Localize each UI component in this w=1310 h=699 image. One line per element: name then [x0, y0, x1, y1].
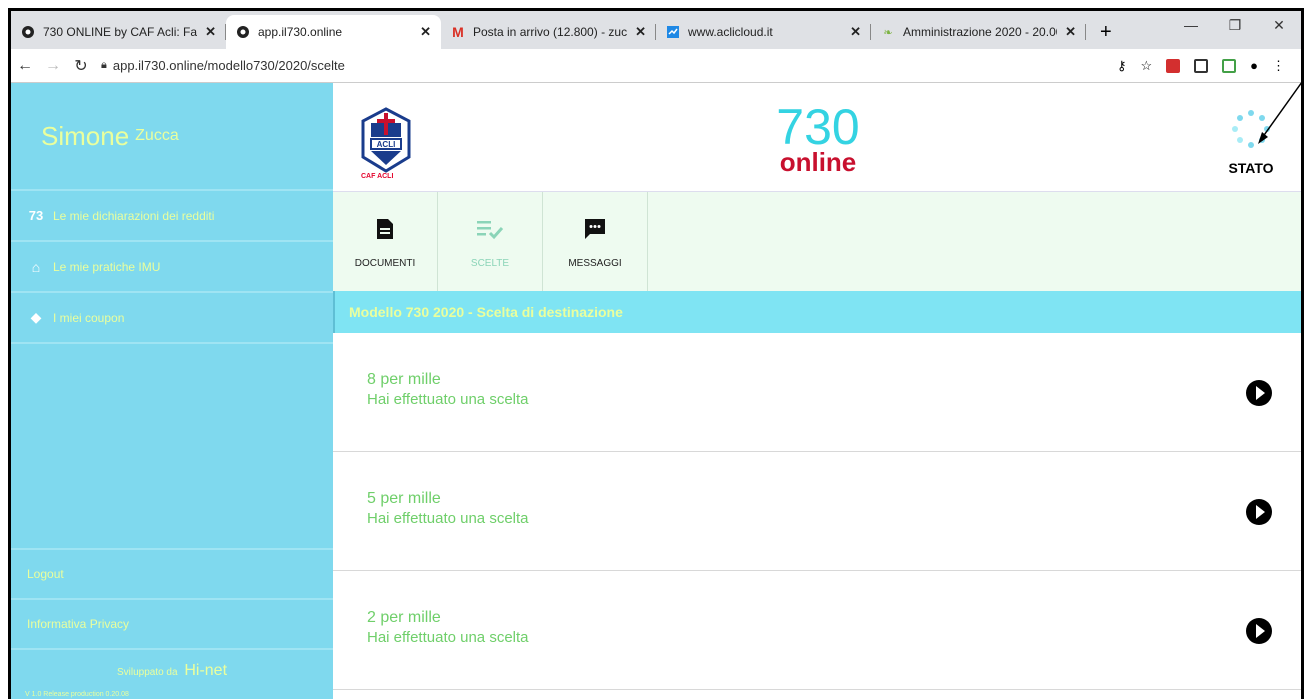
tab-title: www.aclicloud.it: [688, 25, 773, 39]
svg-text:ACLI: ACLI: [377, 140, 396, 149]
tab-label: MESSAGGI: [568, 258, 622, 269]
brand-title: 730 online: [763, 99, 873, 175]
choice-row-5x1000[interactable]: 5 per mille Hai effettuato una scelta: [333, 452, 1301, 571]
tag-icon: ◆: [30, 309, 42, 325]
sidebar-item-label: Le mie pratiche IMU: [53, 259, 161, 274]
cloud-icon: [666, 25, 680, 39]
browser-tab-2[interactable]: app.il730.online ✕: [226, 15, 441, 49]
forward-icon[interactable]: →: [39, 57, 67, 75]
sidebar-item-imu[interactable]: ⌂ Le mie pratiche IMU: [11, 242, 333, 293]
new-tab-button[interactable]: +: [1086, 15, 1126, 49]
key-icon[interactable]: ⚷: [1117, 58, 1127, 74]
back-icon[interactable]: ←: [11, 57, 39, 75]
message-icon: [584, 214, 606, 244]
close-tab-icon[interactable]: ✕: [635, 24, 646, 40]
globe-icon: [236, 25, 250, 39]
play-arrow-icon[interactable]: [1245, 498, 1273, 526]
tab-title: Posta in arrivo (12.800) - zucc: [473, 25, 628, 39]
address-bar: ← → ↻ 🔒︎ app.il730.online/modello730/202…: [11, 49, 1301, 83]
reload-icon[interactable]: ↻: [67, 56, 95, 76]
browser-window: 730 ONLINE by CAF Acli: Facile ✕ app.il7…: [8, 8, 1304, 699]
extension-icon[interactable]: [1194, 58, 1209, 73]
extensions-area: ⚷ ☆ ● ⋮: [1117, 58, 1301, 74]
privacy-link[interactable]: Informativa Privacy: [11, 598, 333, 648]
window-controls: — ❐ ✕: [1169, 11, 1301, 49]
sidebar-footer: Logout Informativa Privacy Sviluppato da…: [11, 548, 333, 699]
document-icon: [376, 214, 394, 244]
browser-tab-5[interactable]: ❧ Amministrazione 2020 - 20.00 ✕: [871, 15, 1086, 49]
choice-row-2x1000[interactable]: 2 per mille Hai effettuato una scelta: [333, 571, 1301, 690]
minimize-icon[interactable]: —: [1169, 11, 1213, 33]
browser-tab-1[interactable]: 730 ONLINE by CAF Acli: Facile ✕: [11, 15, 226, 49]
avatar-icon[interactable]: ●: [1250, 58, 1258, 73]
stato-label: STATO: [1228, 160, 1274, 176]
user-first-name: Simone: [41, 120, 130, 151]
tab-messaggi[interactable]: MESSAGGI: [543, 192, 648, 291]
sidebar-item-dichiarazioni[interactable]: 73 Le mie dichiarazioni dei redditi: [11, 191, 333, 242]
restore-icon[interactable]: ❐: [1213, 11, 1257, 34]
browser-tab-4[interactable]: www.aclicloud.it ✕: [656, 15, 871, 49]
url-field[interactable]: 🔒︎ app.il730.online/modello730/2020/scel…: [101, 58, 1117, 73]
tab-title: Amministrazione 2020 - 20.00: [903, 25, 1058, 39]
gmail-icon: M: [452, 24, 464, 40]
powered-by-label: Sviluppato da: [116, 667, 178, 678]
choice-status: Hai effettuato una scelta: [367, 510, 529, 527]
user-last-name: Zucca: [135, 127, 179, 144]
close-window-icon[interactable]: ✕: [1257, 11, 1301, 34]
powered-by-brand[interactable]: Hi-net: [184, 662, 227, 679]
house-icon: ⌂: [31, 258, 41, 275]
logo-caption: CAF ACLI: [361, 173, 394, 180]
choice-title: 5 per mille: [367, 490, 441, 507]
section-title: Modello 730 2020 - Scelta di destinazion…: [333, 291, 1301, 333]
choice-status: Hai effettuato una scelta: [367, 391, 529, 408]
close-tab-icon[interactable]: ✕: [1065, 24, 1076, 40]
extension-icon[interactable]: [1166, 58, 1181, 73]
tab-title: 730 ONLINE by CAF Acli: Facile: [43, 25, 198, 39]
spinner-icon: [1232, 110, 1270, 148]
brand-number: 730: [776, 99, 860, 155]
choice-title: 8 per mille: [367, 371, 441, 388]
sidebar-item-label: Le mie dichiarazioni dei redditi: [53, 208, 215, 223]
tab-label: SCELTE: [470, 258, 510, 269]
version-text: V 1.0 Release production 0.20.08: [25, 691, 129, 698]
section-tabs: DOCUMENTI SCELTE MESSAGGI: [333, 191, 1301, 291]
play-arrow-icon[interactable]: [1245, 617, 1273, 645]
tab-label: DOCUMENTI: [354, 258, 416, 269]
main-content: ACLI CAF ACLI 730 online STATO DOCUMENTI…: [333, 83, 1301, 699]
close-tab-icon[interactable]: ✕: [850, 24, 861, 40]
choice-row-8x1000[interactable]: 8 per mille Hai effettuato una scelta: [333, 333, 1301, 452]
choice-title: 2 per mille: [367, 609, 441, 626]
tab-scelte[interactable]: SCELTE: [438, 192, 543, 291]
sidebar-item-label: I miei coupon: [53, 310, 125, 325]
url-text: app.il730.online/modello730/2020/scelte: [112, 58, 345, 73]
browser-tab-3[interactable]: M Posta in arrivo (12.800) - zucc ✕: [441, 15, 656, 49]
menu-dots-icon[interactable]: ⋮: [1272, 58, 1285, 74]
tab-strip: 730 ONLINE by CAF Acli: Facile ✕ app.il7…: [11, 11, 1301, 49]
checklist-icon: [475, 214, 505, 244]
app-header: ACLI CAF ACLI 730 online STATO: [333, 83, 1301, 191]
tab-title: app.il730.online: [258, 25, 343, 39]
choice-status: Hai effettuato una scelta: [367, 629, 529, 646]
extension-icon[interactable]: [1222, 58, 1237, 73]
lock-icon: 🔒︎: [101, 59, 107, 71]
leaf-icon: ❧: [883, 26, 893, 39]
star-icon[interactable]: ☆: [1140, 58, 1152, 74]
caf-acli-logo[interactable]: ACLI: [361, 107, 411, 173]
user-name: Simone Zucca: [11, 83, 333, 191]
730-icon: 73: [28, 208, 44, 223]
sidebar-item-coupon[interactable]: ◆ I miei coupon: [11, 293, 333, 344]
close-tab-icon[interactable]: ✕: [205, 24, 216, 40]
tab-documenti[interactable]: DOCUMENTI: [333, 192, 438, 291]
close-tab-icon[interactable]: ✕: [420, 24, 431, 40]
sidebar: Simone Zucca 73 Le mie dichiarazioni dei…: [11, 83, 333, 699]
stato-button[interactable]: STATO: [1221, 109, 1281, 176]
logout-link[interactable]: Logout: [11, 548, 333, 598]
play-arrow-icon[interactable]: [1245, 379, 1273, 407]
globe-icon: [21, 25, 35, 39]
